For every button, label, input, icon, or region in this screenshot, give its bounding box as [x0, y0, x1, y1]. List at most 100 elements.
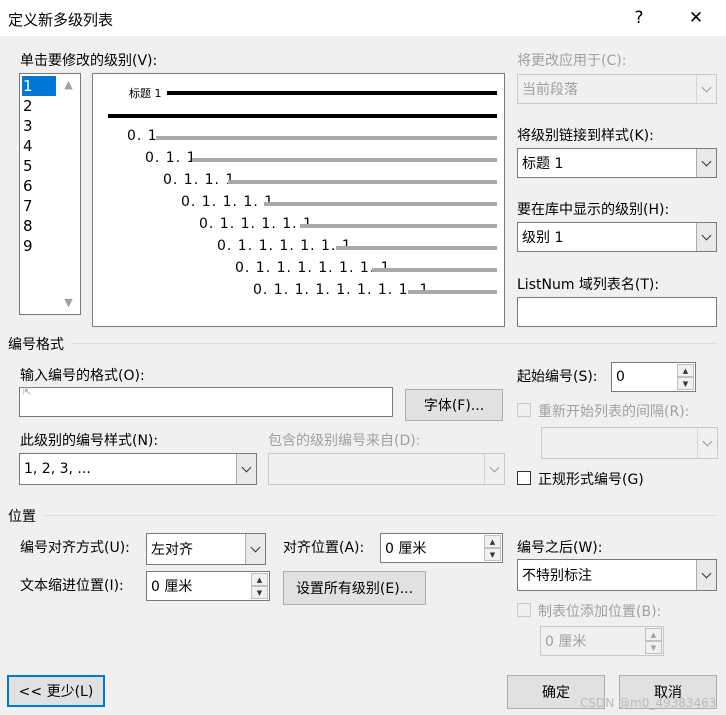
number-style-combo[interactable]: 1, 2, 3, ...	[19, 453, 257, 485]
start-at-spinner[interactable]: 0 ▲ ▼	[611, 362, 696, 392]
spin-up-icon[interactable]: ▲	[484, 535, 501, 548]
aligned-at-label: 对齐位置(A):	[283, 540, 365, 556]
alignment-label: 编号对齐方式(U):	[20, 540, 130, 556]
restart-combo[interactable]	[541, 427, 718, 459]
close-button[interactable]: ✕	[673, 0, 719, 36]
tab-stop-value: 0 厘米	[545, 634, 587, 650]
legal-numbering-checkbox[interactable]	[517, 471, 531, 485]
scroll-up-icon[interactable]: ▲	[60, 76, 77, 93]
level-item-3[interactable]: 3	[22, 116, 56, 136]
chevron-down-icon[interactable]	[236, 454, 256, 484]
level-item-2[interactable]: 2	[22, 96, 56, 116]
gallery-level-label: 要在库中显示的级别(H):	[517, 202, 670, 218]
text-indent-value: 0 厘米	[151, 579, 193, 595]
follow-number-combo[interactable]: 不特别标注	[517, 559, 717, 591]
preview-row-2: 0. 1. 1	[145, 150, 197, 166]
include-level-label: 包含的级别编号来自(D):	[268, 433, 421, 449]
link-style-value: 标题 1	[522, 156, 564, 172]
preview-body-line	[108, 114, 497, 118]
level-item-1[interactable]: 1	[22, 76, 56, 96]
format-label: 输入编号的格式(O):	[20, 368, 145, 384]
preview-line-6	[336, 246, 497, 250]
level-item-4[interactable]: 4	[22, 136, 56, 156]
text-indent-label: 文本缩进位置(I):	[20, 578, 124, 594]
spin-down-icon[interactable]: ▼	[677, 377, 694, 390]
apply-to-combo[interactable]: 当前段落	[517, 74, 717, 104]
font-button[interactable]: 字体(F)...	[405, 389, 503, 421]
chevron-down-icon[interactable]	[484, 454, 504, 484]
spin-up-icon[interactable]: ▲	[251, 573, 268, 586]
preview-heading-line	[167, 91, 497, 95]
start-at-label: 起始编号(S):	[517, 369, 598, 385]
tab-stop-checkbox[interactable]	[517, 603, 531, 617]
section-divider	[44, 515, 718, 516]
preview-row-3: 0. 1. 1. 1	[163, 172, 236, 188]
tab-stop-spinner[interactable]: 0 厘米 ▲ ▼	[540, 626, 664, 656]
less-button[interactable]: << 更少(L)	[7, 675, 105, 707]
alignment-combo[interactable]: 左对齐	[146, 533, 266, 565]
preview-row-6: 0. 1. 1. 1. 1. 1. 1	[217, 238, 352, 254]
restart-label: 重新开始列表的间隔(R):	[538, 404, 690, 420]
gallery-level-value: 级别 1	[522, 230, 564, 246]
follow-number-value: 不特别标注	[522, 568, 592, 584]
level-listbox[interactable]: 1 2 3 4 5 6 7 8 9 ▲ ▼	[19, 73, 81, 315]
spin-up-icon[interactable]: ▲	[645, 628, 662, 641]
text-indent-spinner[interactable]: 0 厘米 ▲ ▼	[146, 571, 270, 601]
number-style-value: 1, 2, 3, ...	[24, 461, 91, 477]
chevron-down-icon[interactable]	[696, 75, 716, 103]
number-format-input[interactable]: ⇱	[19, 387, 393, 417]
level-list-label: 单击要修改的级别(V):	[20, 53, 158, 69]
number-style-label: 此级别的编号样式(N):	[20, 433, 159, 449]
start-at-value: 0	[616, 369, 625, 385]
preview-row-8: 0. 1. 1. 1. 1. 1. 1. 1. 1	[253, 282, 430, 298]
apply-to-value: 当前段落	[522, 82, 578, 98]
link-style-label: 将级别链接到样式(K):	[517, 128, 654, 144]
preview-row-7: 0. 1. 1. 1. 1. 1. 1. 1	[235, 260, 391, 276]
help-button[interactable]: ?	[616, 0, 662, 36]
number-format-section-label: 编号格式	[8, 337, 64, 353]
listnum-input[interactable]	[517, 297, 717, 327]
chevron-down-icon[interactable]	[697, 428, 717, 458]
watermark: CSDN @m0_49383463	[580, 696, 717, 710]
chevron-down-icon[interactable]	[696, 560, 716, 590]
tab-stop-label: 制表位添加位置(B):	[538, 604, 662, 620]
gallery-level-combo[interactable]: 级别 1	[517, 222, 717, 252]
preview-line-7	[372, 268, 497, 272]
level-item-5[interactable]: 5	[22, 156, 56, 176]
preview-row-5: 0. 1. 1. 1. 1. 1	[199, 216, 313, 232]
spin-down-icon[interactable]: ▼	[645, 641, 662, 654]
aligned-at-value: 0 厘米	[385, 541, 427, 557]
preview-line-5	[300, 224, 497, 228]
chevron-down-icon[interactable]	[696, 223, 716, 251]
level-item-7[interactable]: 7	[22, 196, 56, 216]
level-item-6[interactable]: 6	[22, 176, 56, 196]
preview-row-1: 0. 1	[127, 128, 158, 144]
level-item-9[interactable]: 9	[22, 236, 56, 256]
follow-number-label: 编号之后(W):	[517, 540, 603, 556]
apply-to-label: 将更改应用于(C):	[517, 53, 627, 69]
scroll-down-icon[interactable]: ▼	[60, 294, 77, 311]
dialog-title: 定义新多级列表	[8, 11, 114, 29]
set-all-levels-button[interactable]: 设置所有级别(E)...	[283, 571, 426, 605]
chevron-down-icon[interactable]	[245, 534, 265, 564]
alignment-value: 左对齐	[151, 542, 193, 558]
preview-line-3	[228, 180, 497, 184]
preview-row-4: 0. 1. 1. 1. 1	[181, 194, 275, 210]
spin-up-icon[interactable]: ▲	[677, 364, 694, 377]
preview-line-1	[156, 136, 497, 140]
spin-down-icon[interactable]: ▼	[484, 548, 501, 561]
position-section-label: 位置	[8, 509, 36, 525]
section-divider	[72, 343, 718, 344]
preview-line-2	[192, 158, 497, 162]
include-level-combo[interactable]	[268, 453, 505, 485]
restart-checkbox[interactable]	[517, 403, 531, 417]
aligned-at-spinner[interactable]: 0 厘米 ▲ ▼	[380, 533, 503, 563]
link-style-combo[interactable]: 标题 1	[517, 148, 717, 178]
field-placeholder-icon: ⇱	[23, 387, 32, 398]
chevron-down-icon[interactable]	[696, 149, 716, 177]
preview-heading-label: 标题 1	[129, 87, 162, 100]
spin-down-icon[interactable]: ▼	[251, 586, 268, 599]
preview-line-4	[264, 202, 497, 206]
listnum-label: ListNum 域列表名(T):	[517, 277, 660, 293]
level-item-8[interactable]: 8	[22, 216, 56, 236]
